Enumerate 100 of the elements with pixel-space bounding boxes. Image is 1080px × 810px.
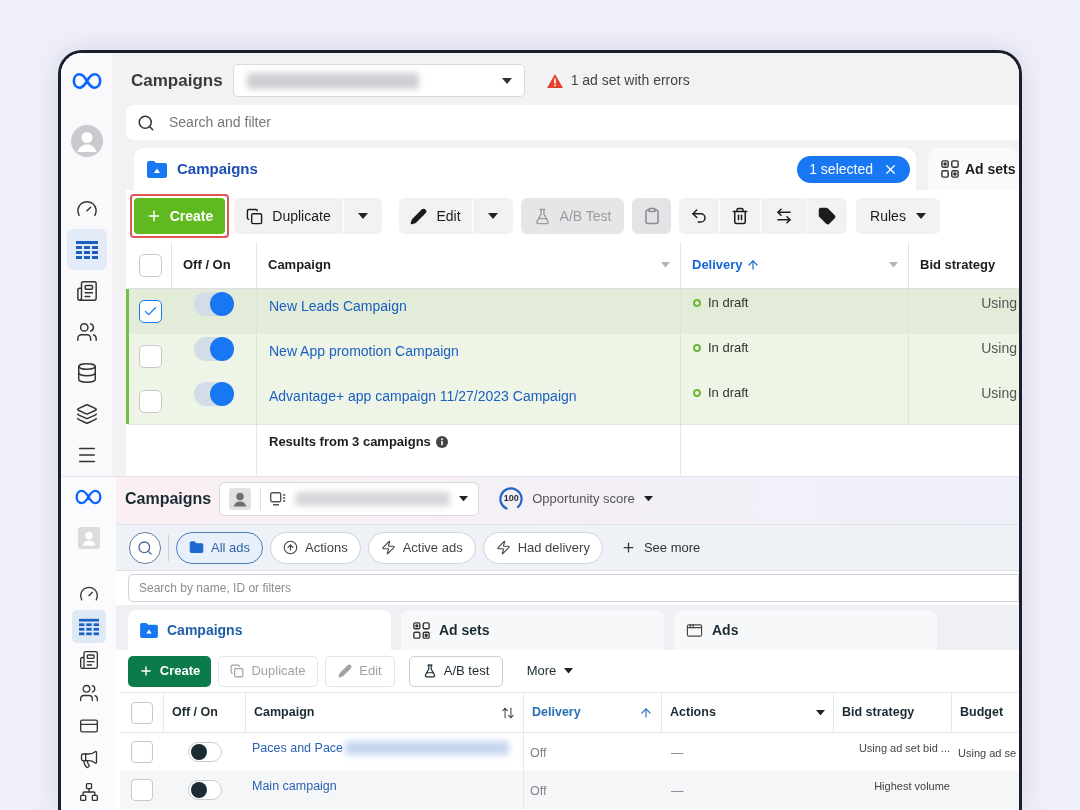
checkbox[interactable]: [131, 779, 153, 801]
campaign-link[interactable]: Advantage+ app campaign 11/27/2023 Campaign: [269, 388, 577, 404]
error-notice[interactable]: 1 ad set with errors: [570, 70, 690, 91]
column-header[interactable]: Bid strategy: [920, 255, 996, 275]
bid-strategy-text: Highest volume: [874, 779, 950, 794]
delivery-status: In draft: [708, 339, 749, 357]
search-field[interactable]: Search by name, ID or filters: [128, 574, 1019, 602]
folder-icon: [147, 160, 167, 178]
rules-dropdown[interactable]: Rules: [856, 198, 940, 234]
info-icon: [435, 436, 448, 448]
caret-icon: [358, 213, 368, 219]
dropdown-button[interactable]: [344, 198, 382, 234]
tab[interactable]: Ad sets: [928, 148, 1019, 190]
tab[interactable]: Ad sets: [401, 610, 664, 650]
ab-test-button[interactable]: A/B test: [409, 655, 503, 687]
checkbox[interactable]: [130, 701, 153, 724]
column-header[interactable]: Campaign: [268, 255, 331, 275]
table-icon: [75, 238, 98, 261]
delivery-status: Off: [530, 746, 547, 760]
plus-icon: [620, 540, 636, 555]
copy-icon: [246, 207, 264, 225]
infinity-logo: [75, 489, 102, 505]
filter-chip[interactable]: Actions: [270, 531, 361, 564]
trash-icon: [731, 207, 749, 225]
duplicate-button[interactable]: Duplicate: [234, 198, 343, 234]
sort-icon[interactable]: [501, 705, 515, 720]
sidebar-nav-button[interactable]: [71, 610, 106, 643]
actions-text: —: [671, 784, 684, 798]
flask-icon: [533, 207, 551, 225]
column-header[interactable]: Budget: [960, 703, 1004, 722]
grid-icon: [941, 160, 959, 178]
opportunity-score-value: 100: [503, 491, 519, 505]
tab[interactable]: Campaigns 1 selected: [134, 148, 916, 190]
column-header[interactable]: Bid strategy: [842, 703, 915, 722]
checkbox[interactable]: [138, 253, 162, 277]
more-dropdown[interactable]: More: [515, 655, 585, 687]
table-icon: [78, 616, 99, 637]
opportunity-score-label[interactable]: Opportunity score: [532, 488, 635, 509]
search-icon: [137, 539, 153, 556]
folder-icon: [140, 622, 158, 638]
delete-button[interactable]: [720, 198, 760, 234]
checkbox[interactable]: [139, 345, 162, 368]
tag-button[interactable]: [807, 198, 847, 234]
column-header[interactable]: Delivery: [532, 703, 581, 722]
dropdown-button[interactable]: [473, 198, 513, 234]
page-title: Campaigns: [125, 488, 212, 509]
checkbox[interactable]: [131, 741, 153, 763]
toggle-switch[interactable]: [194, 292, 234, 316]
undo-icon: [690, 207, 708, 225]
toggle-switch[interactable]: [194, 382, 234, 406]
filter-chip[interactable]: All ads: [176, 531, 264, 564]
campaign-link[interactable]: New App promotion Campaign: [269, 343, 459, 359]
search-field[interactable]: Search and filter: [126, 105, 1019, 140]
toggle-switch[interactable]: [194, 337, 234, 361]
caret-icon: [459, 495, 469, 502]
edit-button[interactable]: Edit: [399, 198, 472, 234]
sidebar-nav-button[interactable]: [66, 229, 107, 270]
warning-icon: [546, 73, 563, 88]
results-summary: Results from 3 campaigns: [269, 434, 431, 450]
undo-button[interactable]: [679, 198, 719, 234]
infinity-logo: [71, 70, 102, 92]
tab[interactable]: Campaigns: [128, 610, 391, 650]
bid-strategy-text: Using: [981, 339, 1017, 358]
filter-chip[interactable]: Had delivery: [482, 531, 603, 564]
screen-icon: [270, 491, 287, 506]
column-header[interactable]: Off / On: [172, 703, 218, 722]
campaign-link[interactable]: Paces and Pace: [252, 740, 344, 756]
bid-strategy-text: Using: [981, 384, 1017, 403]
page-title: Campaigns: [131, 69, 223, 92]
create-button[interactable]: Create: [128, 655, 211, 687]
lightning-icon: [380, 540, 396, 555]
swap-button[interactable]: [761, 198, 806, 234]
checkbox[interactable]: [139, 300, 162, 323]
toggle-switch[interactable]: [188, 742, 222, 762]
column-header[interactable]: Campaign: [254, 703, 315, 722]
swap-arrows-icon: [774, 207, 793, 225]
layers-icon: [75, 402, 98, 425]
selection-badge[interactable]: 1 selected: [797, 155, 910, 183]
campaign-link[interactable]: New Leads Campaign: [269, 298, 407, 314]
search-button[interactable]: [129, 531, 161, 564]
see-more-button[interactable]: See more: [620, 537, 701, 558]
column-header[interactable]: Delivery: [692, 255, 743, 275]
actions-text: —: [671, 746, 684, 760]
pencil-icon: [338, 664, 353, 678]
bid-strategy-text: Using ad set bid ...: [858, 741, 950, 756]
delivery-status: In draft: [708, 294, 749, 312]
tab[interactable]: Ads: [674, 610, 937, 650]
megaphone-icon: [78, 748, 99, 769]
column-header[interactable]: Actions: [670, 703, 716, 722]
campaign-link[interactable]: Main campaign: [252, 778, 337, 794]
search-icon: [137, 113, 155, 132]
filter-chip[interactable]: Active ads: [367, 531, 476, 564]
delivery-status: Off: [530, 784, 547, 798]
people-icon: [78, 682, 99, 703]
avatar-icon[interactable]: [229, 487, 252, 510]
column-header[interactable]: Off / On: [183, 255, 231, 275]
toggle-switch[interactable]: [188, 780, 222, 800]
checkbox[interactable]: [139, 390, 162, 413]
plus-icon: [138, 664, 153, 678]
folder-icon: [189, 540, 204, 555]
